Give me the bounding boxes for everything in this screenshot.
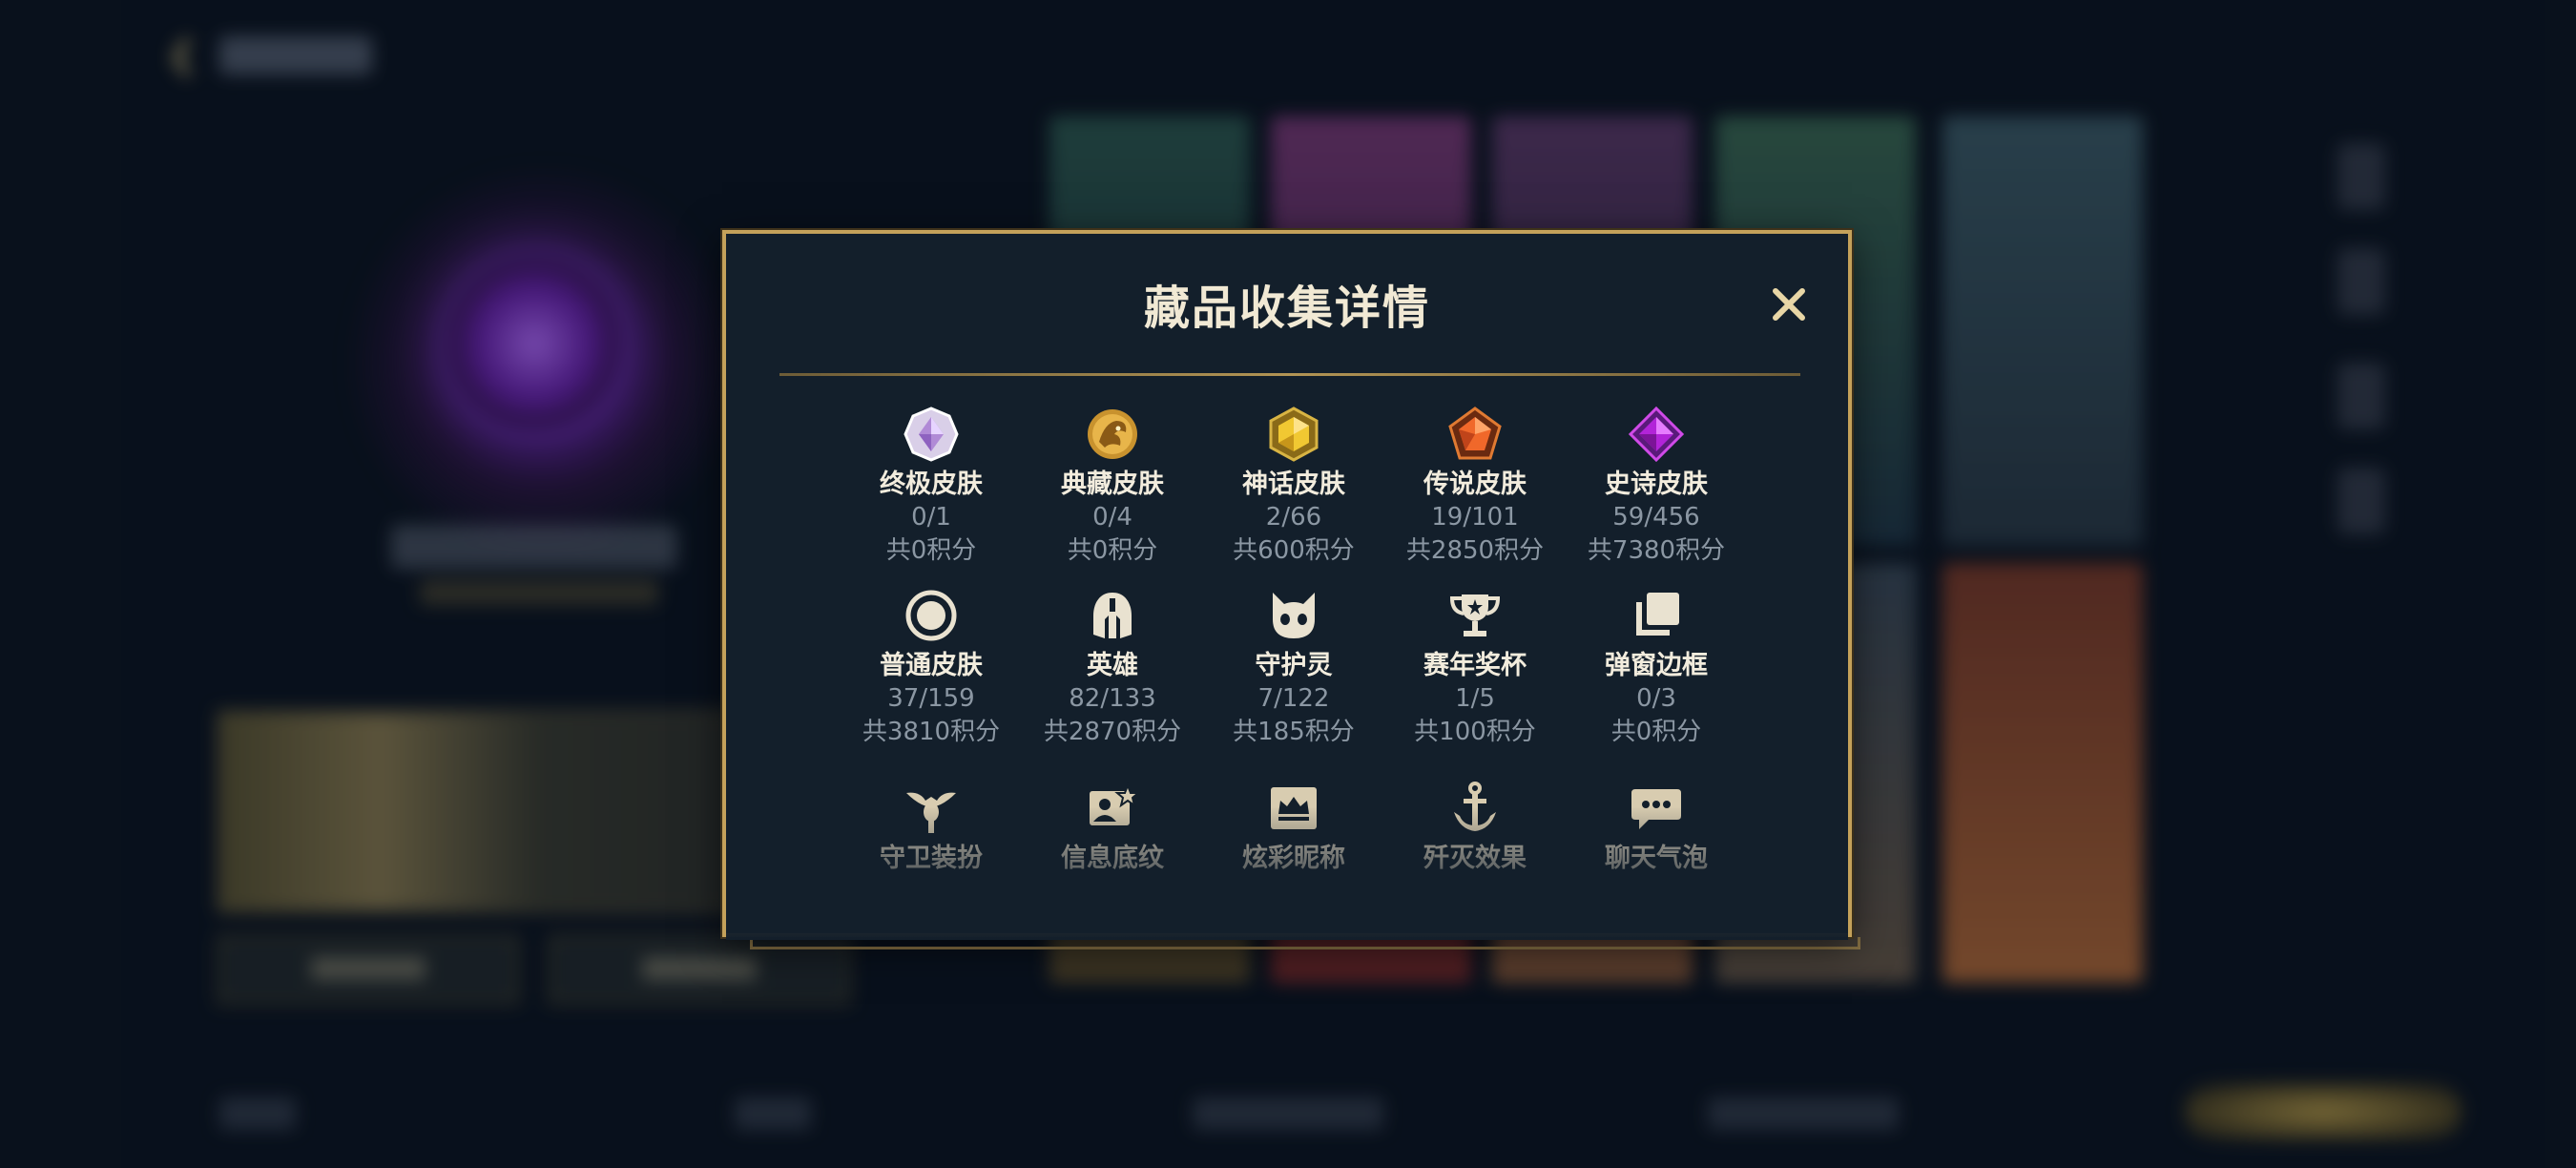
- category-points: 共100积分: [1414, 718, 1536, 746]
- ultimate-skin-icon: [904, 407, 959, 462]
- category-points: 共2870积分: [1043, 718, 1182, 746]
- category-points: 共185积分: [1233, 718, 1355, 746]
- category-count: 1/5: [1455, 684, 1495, 713]
- category-count: 2/66: [1265, 503, 1322, 532]
- category-count: 82/133: [1069, 684, 1156, 713]
- trophy-icon: [1449, 594, 1501, 636]
- standard-skin-icon: [905, 590, 957, 641]
- category-ultimate-skin[interactable]: 终极皮肤 0/1 共0积分: [841, 406, 1022, 568]
- category-prestige-skin[interactable]: 典藏皮肤 0/4 共0积分: [1022, 406, 1203, 568]
- category-label: 普通皮肤: [880, 651, 983, 680]
- category-count: 59/456: [1612, 503, 1700, 532]
- category-count: 37/159: [887, 684, 975, 713]
- category-label: 弹窗边框: [1605, 651, 1708, 680]
- category-label: 炫彩昵称: [1242, 844, 1345, 873]
- category-label: 英雄: [1087, 651, 1138, 680]
- category-label: 典藏皮肤: [1061, 469, 1164, 499]
- category-label: 终极皮肤: [880, 469, 983, 499]
- category-label: 守卫装扮: [880, 844, 983, 873]
- category-little-legend[interactable]: 守护灵 7/122 共185积分: [1203, 587, 1384, 749]
- category-profile-banner[interactable]: 信息底纹: [1022, 780, 1203, 875]
- category-season-trophy[interactable]: 赛年奖杯 1/5 共100积分: [1384, 587, 1566, 749]
- category-points: 共2850积分: [1405, 536, 1545, 565]
- category-standard-skin[interactable]: 普通皮肤 37/159 共3810积分: [841, 587, 1022, 749]
- dialog-under-frame: [750, 937, 1860, 949]
- category-count: 0/4: [1092, 503, 1132, 532]
- category-points: 共3810积分: [862, 718, 1001, 746]
- category-popup-frame[interactable]: 弹窗边框 0/3 共0积分: [1566, 587, 1747, 749]
- category-legendary-skin[interactable]: 传说皮肤 19/101 共2850积分: [1384, 406, 1566, 568]
- category-points: 共7380积分: [1587, 536, 1726, 565]
- category-points: 共0积分: [1610, 718, 1702, 746]
- category-label: 史诗皮肤: [1605, 469, 1708, 499]
- category-mythic-skin[interactable]: 神话皮肤 2/66 共600积分: [1203, 406, 1384, 568]
- collection-details-dialog: 藏品收集详情 终极皮肤 0/1 共0积分 典藏皮肤 0/4 共0积分 神话皮肤 …: [722, 230, 1852, 940]
- prestige-skin-icon: [1088, 409, 1137, 459]
- mythic-skin-icon: [1269, 407, 1319, 462]
- profile-banner-icon: [1090, 782, 1141, 825]
- nameplate-crown-icon: [1271, 787, 1317, 829]
- champion-helmet-icon: [1093, 593, 1132, 638]
- little-legend-icon: [1273, 593, 1315, 638]
- collection-grid: 终极皮肤 0/1 共0积分 典藏皮肤 0/4 共0积分 神话皮肤 2/66 共6…: [726, 234, 1848, 933]
- category-ace-effect[interactable]: 歼灭效果: [1384, 780, 1566, 875]
- category-label: 聊天气泡: [1605, 844, 1708, 873]
- category-champion[interactable]: 英雄 82/133 共2870积分: [1022, 587, 1203, 749]
- epic-skin-icon: [1628, 406, 1685, 463]
- category-label: 守护灵: [1255, 651, 1333, 680]
- category-count: 0/1: [911, 503, 951, 532]
- category-count: 19/101: [1431, 503, 1519, 532]
- category-ward-skin[interactable]: 守卫装扮: [841, 780, 1022, 875]
- category-label: 赛年奖杯: [1423, 651, 1527, 680]
- category-points: 共0积分: [1067, 536, 1158, 565]
- category-nameplate[interactable]: 炫彩昵称: [1203, 780, 1384, 875]
- category-label: 歼灭效果: [1423, 844, 1527, 873]
- category-label: 信息底纹: [1061, 844, 1164, 873]
- category-epic-skin[interactable]: 史诗皮肤 59/456 共7380积分: [1566, 406, 1747, 568]
- legendary-skin-icon: [1448, 407, 1502, 460]
- chat-bubble-icon: [1631, 789, 1681, 829]
- category-points: 共0积分: [885, 536, 977, 565]
- category-points: 共600积分: [1233, 536, 1355, 565]
- category-chat-bubble[interactable]: 聊天气泡: [1566, 780, 1747, 875]
- ace-effect-icon: [1454, 782, 1496, 831]
- category-count: 7/122: [1257, 684, 1330, 713]
- category-label: 神话皮肤: [1242, 469, 1345, 499]
- category-count: 0/3: [1636, 684, 1676, 713]
- ward-skin-icon: [906, 792, 956, 833]
- category-label: 传说皮肤: [1423, 469, 1527, 499]
- frame-icon: [1636, 593, 1679, 636]
